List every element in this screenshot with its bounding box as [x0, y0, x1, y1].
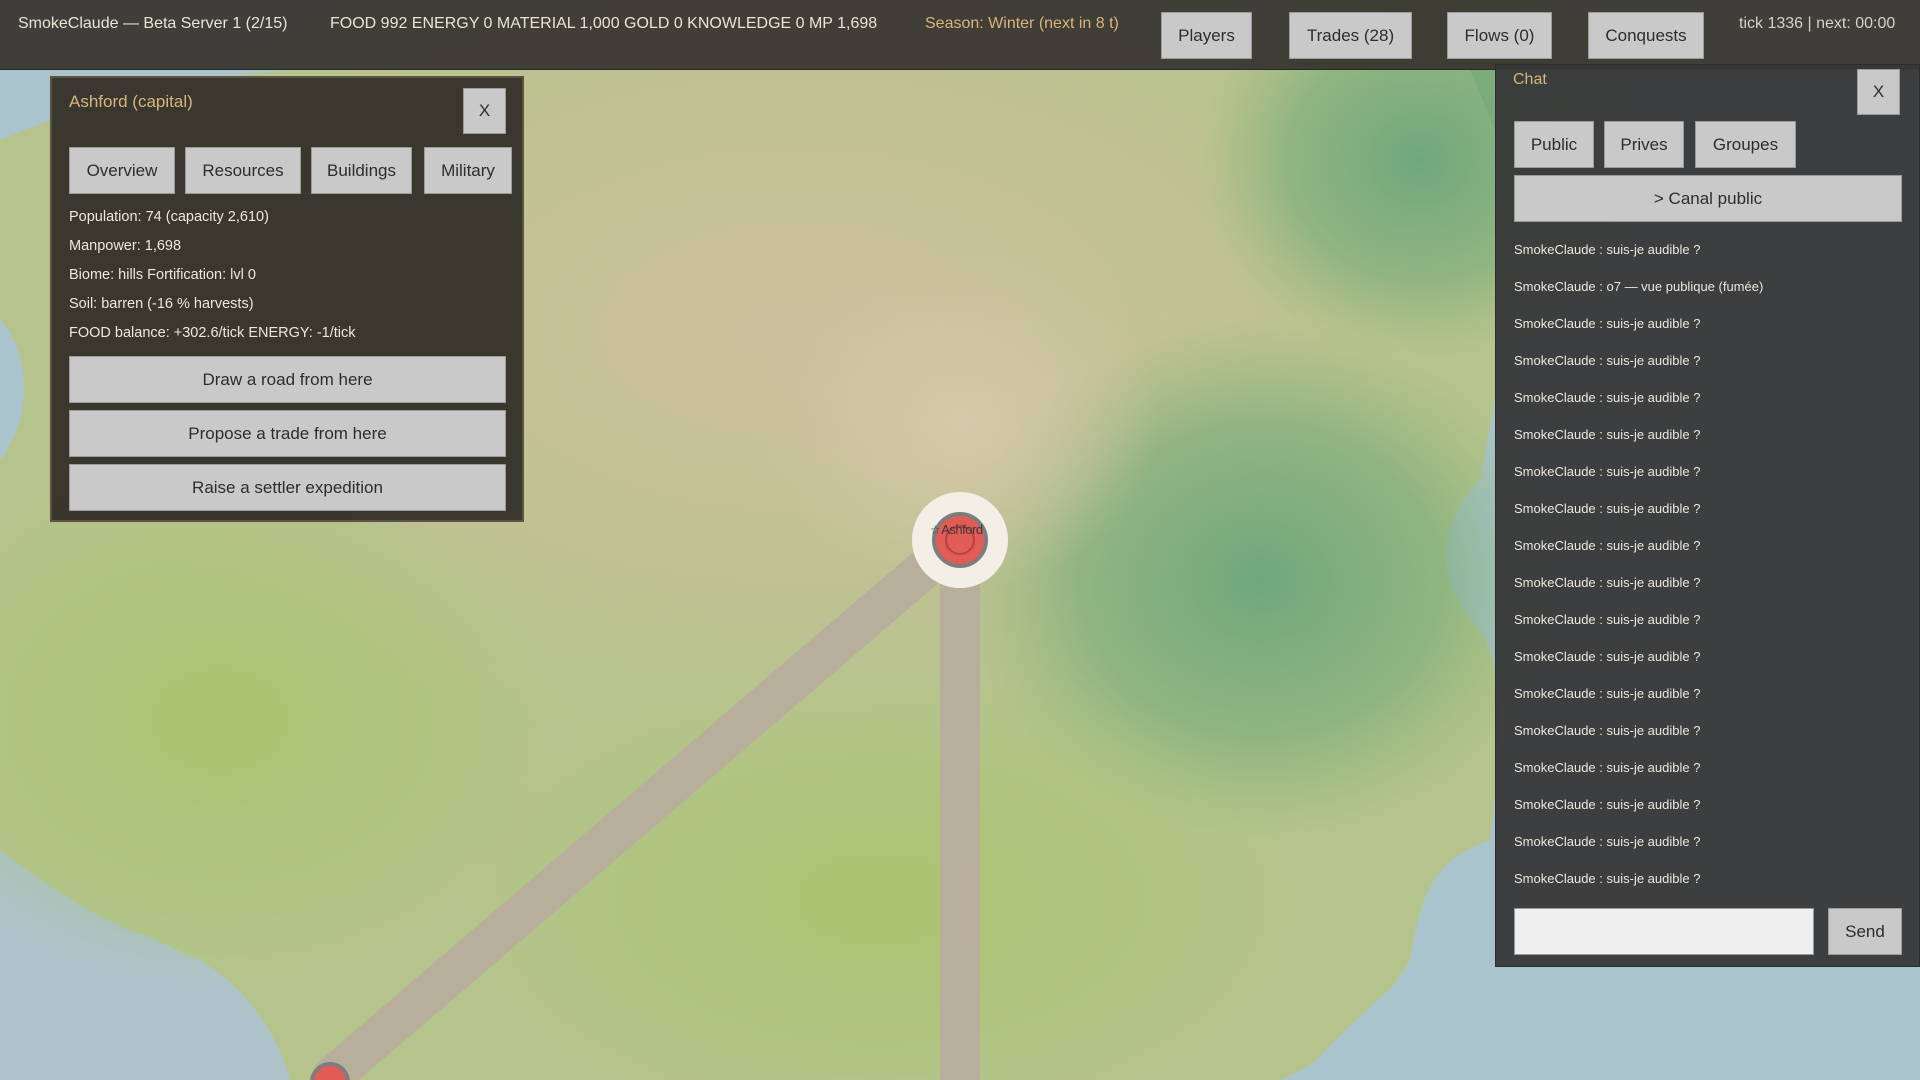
channel-selector[interactable]: > Canal public [1514, 175, 1902, 222]
chat-message: SmokeClaude : suis-je audible ? [1514, 242, 1701, 257]
tab-resources[interactable]: Resources [185, 147, 301, 194]
capital-star-icon: ☆ [930, 523, 941, 537]
tab-overview[interactable]: Overview [69, 147, 175, 194]
chat-tab-prives[interactable]: Prives [1604, 121, 1684, 168]
chat-message: SmokeClaude : suis-je audible ? [1514, 575, 1701, 590]
chat-message: SmokeClaude : suis-je audible ? [1514, 390, 1701, 405]
chat-message: SmokeClaude : suis-je audible ? [1514, 686, 1701, 701]
chat-message: SmokeClaude : suis-je audible ? [1514, 871, 1701, 886]
city-panel: Ashford (capital) X Overview Resources B… [50, 76, 524, 522]
chat-close-button[interactable]: X [1857, 69, 1900, 115]
top-bar: SmokeClaude — Beta Server 1 (2/15) FOOD … [0, 0, 1920, 70]
chat-message: SmokeClaude : o7 — vue publique (fumée) [1514, 279, 1764, 294]
send-button[interactable]: Send [1828, 908, 1902, 955]
chat-message: SmokeClaude : suis-je audible ? [1514, 353, 1701, 368]
chat-message: SmokeClaude : suis-je audible ? [1514, 464, 1701, 479]
city-panel-title: Ashford (capital) [69, 92, 193, 111]
soil-info: Soil: barren (-16 % harvests) [69, 296, 254, 312]
chat-message: SmokeClaude : suis-je audible ? [1514, 538, 1701, 553]
population-info: Population: 74 (capacity 2,610) [69, 209, 269, 225]
chat-tab-groupes[interactable]: Groupes [1695, 121, 1796, 168]
draw-road-button[interactable]: Draw a road from here [69, 356, 506, 403]
chat-message: SmokeClaude : suis-je audible ? [1514, 612, 1701, 627]
chat-message: SmokeClaude : suis-je audible ? [1514, 427, 1701, 442]
players-button[interactable]: Players [1161, 12, 1252, 59]
server-title: SmokeClaude — Beta Server 1 (2/15) [18, 15, 288, 32]
chat-tab-public[interactable]: Public [1514, 121, 1594, 168]
balance-info: FOOD balance: +302.6/tick ENERGY: -1/tic… [69, 325, 356, 341]
city-name: Ashford [941, 522, 983, 537]
flows-button[interactable]: Flows (0) [1447, 12, 1552, 59]
city-panel-close-button[interactable]: X [463, 88, 506, 134]
settler-expedition-button[interactable]: Raise a settler expedition [69, 464, 506, 511]
chat-message: SmokeClaude : suis-je audible ? [1514, 723, 1701, 738]
biome-info: Biome: hills Fortification: lvl 0 [69, 267, 256, 283]
tab-buildings[interactable]: Buildings [311, 147, 412, 194]
city-label-ashford[interactable]: ☆Ashford [930, 522, 983, 537]
season-indicator: Season: Winter (next in 8 t) [925, 15, 1119, 32]
chat-message: SmokeClaude : suis-je audible ? [1514, 501, 1701, 516]
chat-message: SmokeClaude : suis-je audible ? [1514, 316, 1701, 331]
chat-message: SmokeClaude : suis-je audible ? [1514, 797, 1701, 812]
trades-button[interactable]: Trades (28) [1289, 12, 1412, 59]
chat-message: SmokeClaude : suis-je audible ? [1514, 760, 1701, 775]
chat-message: SmokeClaude : suis-je audible ? [1514, 649, 1701, 664]
chat-title: Chat [1513, 71, 1547, 88]
conquests-button[interactable]: Conquests [1588, 12, 1704, 59]
propose-trade-button[interactable]: Propose a trade from here [69, 410, 506, 457]
tab-military[interactable]: Military [424, 147, 512, 194]
chat-input[interactable] [1514, 908, 1814, 955]
chat-message-list[interactable]: SmokeClaude : suis-je audible ? SmokeCla… [1514, 241, 1904, 907]
manpower-info: Manpower: 1,698 [69, 238, 182, 254]
tick-counter: tick 1336 | next: 00:00 [1739, 15, 1896, 32]
chat-panel: Chat X Public Prives Groupes > Canal pub… [1495, 64, 1920, 967]
resource-summary: FOOD 992 ENERGY 0 MATERIAL 1,000 GOLD 0 … [330, 15, 878, 32]
chat-message: SmokeClaude : suis-je audible ? [1514, 834, 1701, 849]
